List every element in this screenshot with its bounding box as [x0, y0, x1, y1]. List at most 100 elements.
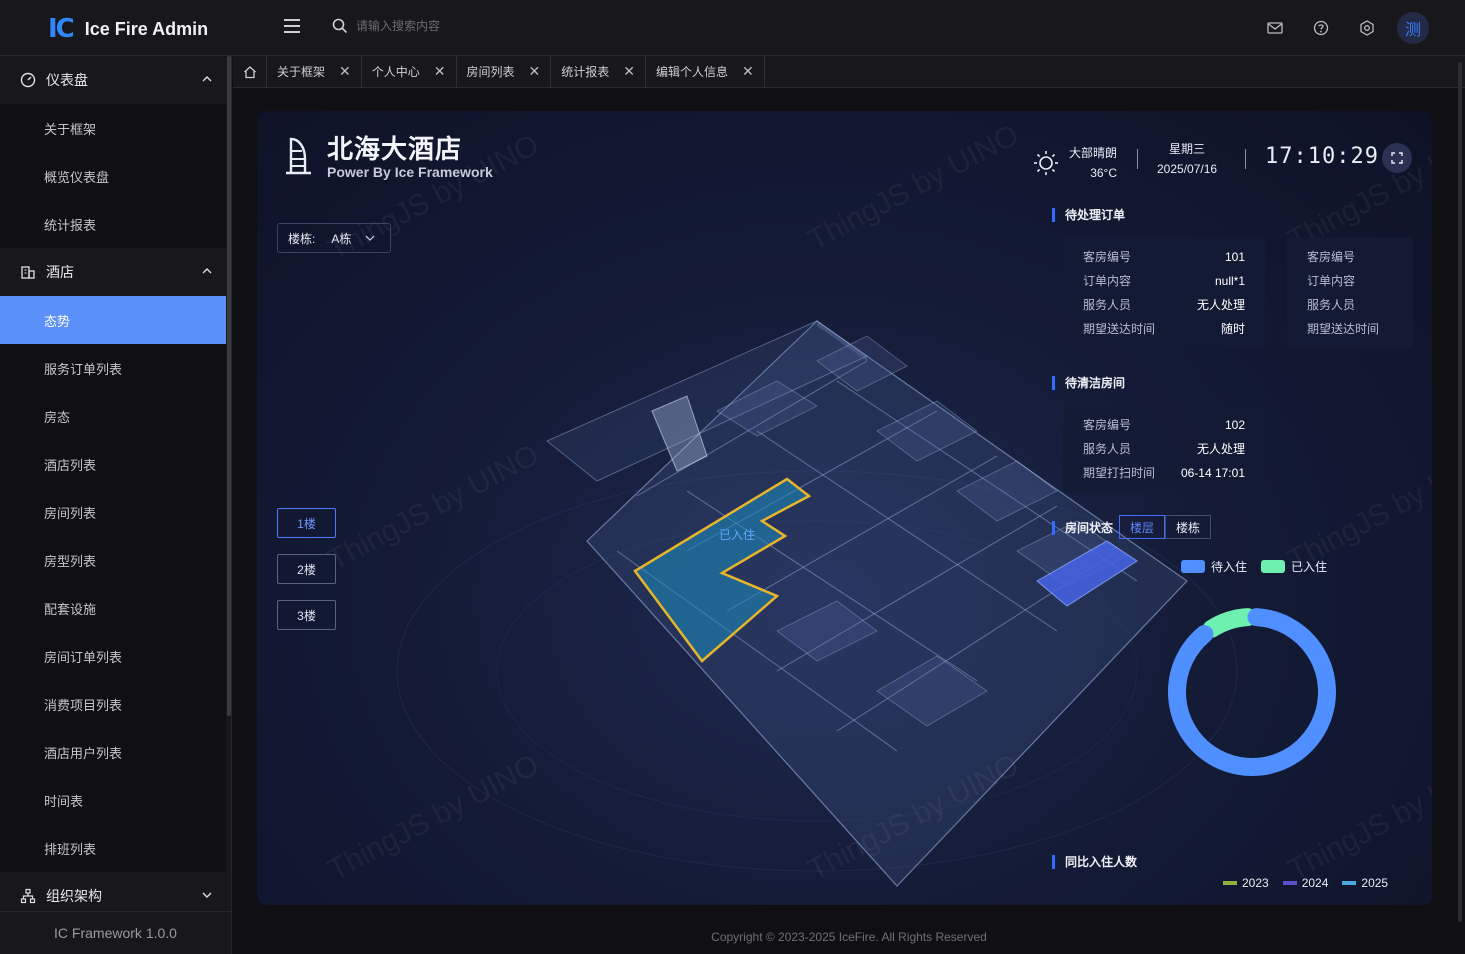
tab-label: 关于框架 [277, 65, 326, 79]
floor-2-button[interactable]: 2楼 [277, 554, 336, 584]
order-card[interactable]: 客房编号 订单内容 服务人员 期望送达时间 [1287, 237, 1413, 349]
pending-orders-title: 待处理订单 [1052, 208, 1125, 222]
sidebar-item-situation[interactable]: 态势 [0, 296, 226, 344]
weather-desc: 大部晴朗 [1069, 146, 1118, 160]
close-icon[interactable]: ✕ [623, 63, 635, 80]
content-scrollbar[interactable] [1458, 62, 1462, 922]
legend-item[interactable]: 2025 [1342, 876, 1388, 890]
pending-cleaning-title: 待清洁房间 [1052, 376, 1125, 390]
cleaning-value: 06-14 17:01 [1180, 466, 1245, 480]
chevron-up-icon [202, 268, 212, 274]
order-value: 随时 [1220, 322, 1245, 336]
fullscreen-icon [1391, 152, 1403, 164]
sidebar-item-hotel-users[interactable]: 酒店用户列表 [0, 728, 226, 776]
user-avatar[interactable]: 测 [1397, 12, 1429, 44]
close-icon[interactable]: ✕ [339, 63, 351, 80]
cleaning-key: 期望打扫时间 [1083, 466, 1156, 480]
order-card[interactable]: 客房编号 101 订单内容 null*1 服务人员 无人处理 期望送达时间 随时 [1063, 237, 1265, 349]
sidebar-item-schedule[interactable]: 时间表 [0, 776, 226, 824]
tab-edit-profile[interactable]: 编辑个人信息 ✕ [646, 55, 765, 88]
close-icon[interactable]: ✕ [529, 63, 541, 80]
donut-slice[interactable] [1202, 608, 1257, 638]
tab-profile[interactable]: 个人中心 ✕ [362, 55, 457, 88]
nav-group-label: 酒店 [46, 264, 74, 280]
order-key: 客房编号 [1083, 250, 1132, 264]
legend-item[interactable]: 2023 [1223, 876, 1269, 890]
settings-icon[interactable] [1351, 12, 1383, 44]
hotel-name: 北海大酒店 [327, 134, 463, 164]
tab-building[interactable]: 楼栋 [1165, 515, 1211, 539]
room-status-tabs: 楼层 楼栋 [1119, 515, 1211, 539]
sidebar-scrollbar[interactable] [227, 56, 231, 716]
search-icon [332, 18, 348, 34]
mail-icon[interactable] [1259, 12, 1291, 44]
nav-group-label: 仪表盘 [46, 72, 88, 88]
app-logo[interactable]: IC Ice Fire Admin [48, 14, 208, 44]
legend-label: 2025 [1361, 876, 1389, 890]
tab-statistics[interactable]: 统计报表 ✕ [551, 55, 646, 88]
checkin-legend: 2023 2024 2025 [1223, 876, 1402, 890]
order-key: 订单内容 [1307, 274, 1356, 288]
legend-swatch [1282, 881, 1297, 885]
sidebar-item-about[interactable]: 关于框架 [0, 104, 226, 152]
sidebar-item-rooms[interactable]: 房间列表 [0, 488, 226, 536]
logo-mark: IC [48, 14, 75, 44]
menu-toggle-icon[interactable] [284, 19, 300, 33]
sidebar-item-overview[interactable]: 概览仪表盘 [0, 152, 226, 200]
date: 2025/07/16 [1157, 162, 1218, 176]
order-key: 期望送达时间 [1307, 322, 1380, 336]
legend-item[interactable]: 待入住 [1181, 558, 1247, 575]
floor-1-button[interactable]: 1楼 [277, 508, 336, 538]
tab-bar: 关于框架 ✕ 个人中心 ✕ 房间列表 ✕ 统计报表 ✕ 编辑个人信息 ✕ [233, 55, 1465, 88]
cleaning-card[interactable]: 客房编号 102 服务人员 无人处理 期望打扫时间 06-14 17:01 [1063, 405, 1265, 493]
legend-swatch [1261, 560, 1286, 573]
tab-rooms[interactable]: 房间列表 ✕ [457, 55, 552, 88]
legend-label: 2024 [1301, 876, 1329, 890]
order-key: 服务人员 [1307, 298, 1356, 312]
sidebar-item-room-types[interactable]: 房型列表 [0, 536, 226, 584]
sidebar-footer: IC Framework 1.0.0 [0, 911, 231, 954]
sidebar-item-consumption[interactable]: 消费项目列表 [0, 680, 226, 728]
clock: 17:10:29 [1265, 144, 1379, 169]
sidebar-item-room-orders[interactable]: 房间订单列表 [0, 632, 226, 680]
nav-group-hotel[interactable]: 酒店 [0, 248, 226, 296]
dashboard-icon [20, 72, 36, 88]
close-icon[interactable]: ✕ [742, 63, 754, 80]
floor-3d-scene[interactable]: 已入住 [257, 111, 1432, 905]
sidebar-item-hotels[interactable]: 酒店列表 [0, 440, 226, 488]
room-status-donut[interactable] [1165, 605, 1339, 779]
legend-swatch [1181, 560, 1205, 573]
divider [1137, 149, 1138, 169]
building-select[interactable]: 楼栋: A栋 [277, 223, 391, 253]
hotel-icon [286, 137, 311, 175]
close-icon[interactable]: ✕ [434, 63, 446, 80]
nav-group-label: 组织架构 [46, 888, 102, 904]
legend-item[interactable]: 已入住 [1261, 558, 1327, 575]
donut-slice[interactable] [1168, 608, 1336, 776]
legend-swatch [1223, 881, 1237, 885]
order-value: null*1 [1214, 274, 1245, 288]
room-status-title: 房间状态 [1052, 521, 1113, 535]
order-key: 服务人员 [1083, 298, 1132, 312]
cleaning-value: 无人处理 [1196, 442, 1245, 456]
sidebar-item-facilities[interactable]: 配套设施 [0, 584, 226, 632]
home-icon[interactable] [233, 55, 267, 88]
help-icon[interactable] [1305, 12, 1337, 44]
nav-group-organization[interactable]: 组织架构 [0, 872, 226, 911]
org-chart-icon [20, 888, 36, 904]
sidebar-item-room-status[interactable]: 房态 [0, 392, 226, 440]
search-input[interactable] [356, 19, 556, 33]
order-value: 无人处理 [1196, 298, 1245, 312]
sidebar-item-service-orders[interactable]: 服务订单列表 [0, 344, 226, 392]
tab-floor[interactable]: 楼层 [1119, 515, 1165, 539]
legend-label: 2023 [1242, 876, 1269, 890]
chevron-down-icon [202, 892, 212, 898]
sidebar-item-shifts[interactable]: 排班列表 [0, 824, 226, 872]
sidebar-item-statistics[interactable]: 统计报表 [0, 200, 226, 248]
tab-about[interactable]: 关于框架 ✕ [267, 55, 362, 88]
nav-group-dashboard[interactable]: 仪表盘 [0, 56, 226, 104]
order-key: 订单内容 [1083, 274, 1132, 288]
floor-3-button[interactable]: 3楼 [277, 600, 336, 630]
legend-item[interactable]: 2024 [1282, 876, 1329, 890]
fullscreen-button[interactable] [1382, 143, 1412, 173]
